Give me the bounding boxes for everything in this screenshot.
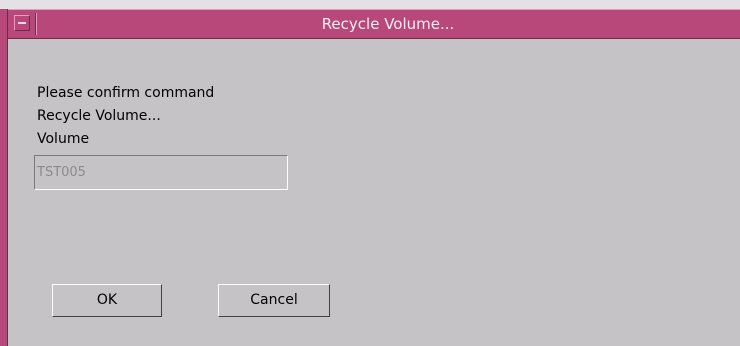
ok-button[interactable]: OK [52,284,162,317]
window-menu-icon[interactable] [14,15,30,31]
titlebar[interactable]: Recycle Volume... [8,9,740,39]
command-name: Recycle Volume... [37,108,161,124]
volume-input[interactable] [36,157,286,188]
window-title: Recycle Volume... [321,15,455,33]
cancel-button[interactable]: Cancel [218,284,330,317]
background-strip [0,0,740,9]
dialog-window: Recycle Volume... Please confirm command… [0,9,740,346]
window-menu-bar [18,22,26,24]
dialog-content: Please confirm command Recycle Volume...… [9,39,740,346]
confirm-prompt: Please confirm command [37,85,215,101]
volume-label: Volume [37,131,90,147]
window-frame-left[interactable] [0,9,8,346]
volume-field[interactable] [34,155,288,190]
